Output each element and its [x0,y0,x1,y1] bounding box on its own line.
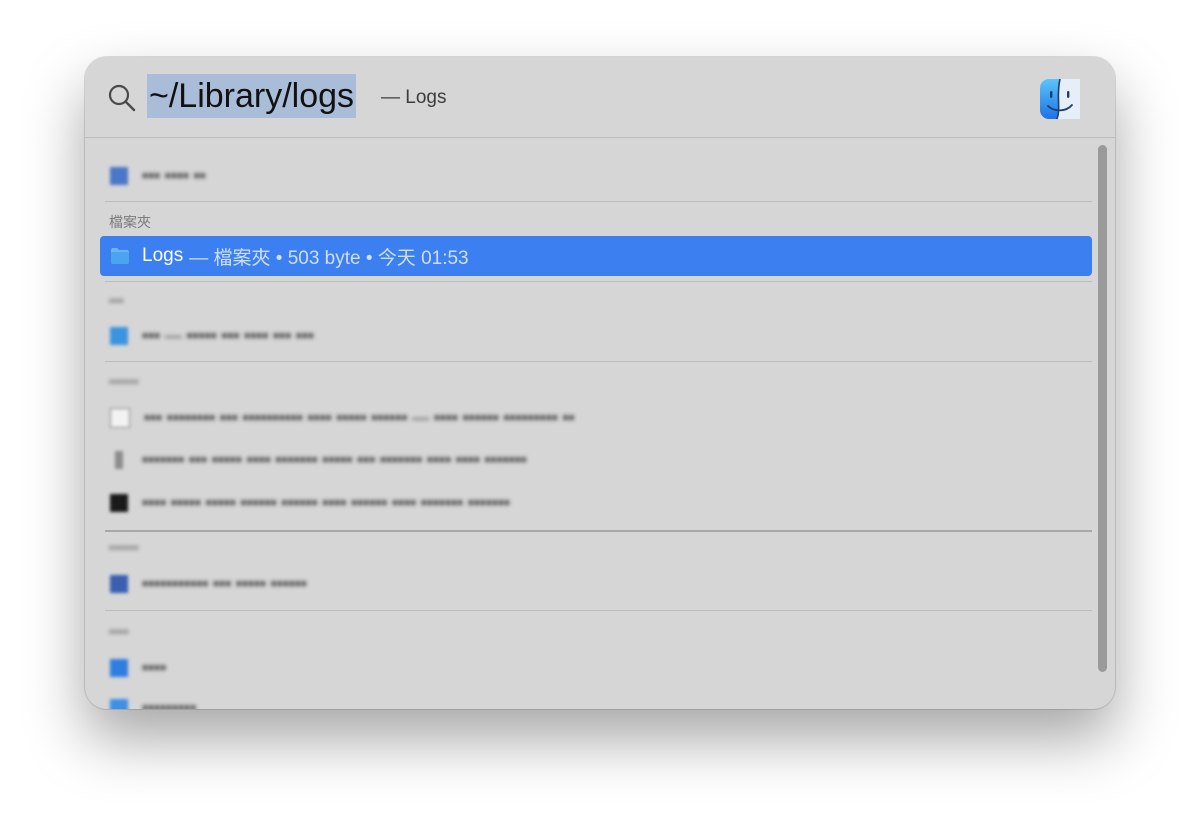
results-list[interactable]: ▪▪▪ ▪▪▪▪ ▪▪ 檔案夾 Logs — 檔案夾 • 503 byte • … [85,138,1115,709]
blurred-result-label: ▪▪▪▪▪▪▪ ▪▪▪ ▪▪▪▪▪ ▪▪▪▪ ▪▪▪▪▪▪▪ ▪▪▪▪▪ ▪▪▪… [142,450,527,469]
section-divider [105,281,1092,282]
list-item[interactable]: ▪▪▪▪ ▪▪▪▪▪ ▪▪▪▪▪ ▪▪▪▪▪▪ ▪▪▪▪▪▪ ▪▪▪▪ ▪▪▪▪… [100,483,1092,523]
search-input[interactable]: ~/Library/logs [147,74,357,118]
section-header-folders: 檔案夾 [109,214,151,230]
section-divider [105,361,1092,362]
section-divider [105,610,1092,611]
search-bar[interactable]: ~/Library/logs — Logs [85,57,1115,138]
list-item[interactable]: ▪▪▪ ▪▪▪▪ ▪▪ [100,156,1092,196]
blurred-result-label: ▪▪▪▪▪▪▪▪▪ [142,698,197,709]
search-icon [108,84,136,112]
list-item[interactable]: ▪▪▪ ▪▪▪▪▪▪▪▪ ▪▪▪ ▪▪▪▪▪▪▪▪▪▪ ▪▪▪▪ ▪▪▪▪▪ ▪… [100,398,1092,438]
folder-icon [111,248,129,264]
stage: ~/Library/logs — Logs ▪▪▪ ▪▪▪▪ ▪▪ 檔案夾 Lo… [0,0,1200,821]
list-item[interactable]: ▪▪▪▪▪▪▪▪▪▪▪ ▪▪▪ ▪▪▪▪▪ ▪▪▪▪▪▪ [100,564,1092,604]
section-header: ▪▪▪▪▪▪ [109,539,139,555]
section-header: ▪▪▪▪▪▪ [109,373,139,389]
section-header: ▪▪▪▪ [109,623,129,639]
section-header: ▪▪▪ [109,292,124,308]
spotlight-panel: ~/Library/logs — Logs ▪▪▪ ▪▪▪▪ ▪▪ 檔案夾 Lo… [85,57,1115,709]
blurred-result-label: ▪▪▪▪ ▪▪▪▪▪ ▪▪▪▪▪ ▪▪▪▪▪▪ ▪▪▪▪▪▪ ▪▪▪▪ ▪▪▪▪… [142,493,510,512]
blurred-result-label: ▪▪▪ ▪▪▪▪▪▪▪▪ ▪▪▪ ▪▪▪▪▪▪▪▪▪▪ ▪▪▪▪ ▪▪▪▪▪ ▪… [144,408,575,427]
document-icon [110,327,128,345]
section-divider [105,201,1092,202]
finder-icon[interactable] [1039,78,1081,120]
web-icon [110,408,130,428]
app-icon [110,699,128,709]
result-title: Logs [142,245,184,266]
blurred-result-label: ▪▪▪▪ [142,658,167,677]
result-logs-folder[interactable]: Logs — 檔案夾 • 503 byte • 今天 01:53 [100,236,1092,276]
app-icon [110,575,128,593]
section-divider [105,530,1092,532]
blurred-result-label: ▪▪▪ — ▪▪▪▪▪ ▪▪▪ ▪▪▪▪ ▪▪▪ ▪▪▪ [142,326,314,345]
blurred-result-label: ▪▪▪▪▪▪▪▪▪▪▪ ▪▪▪ ▪▪▪▪▪ ▪▪▪▪▪▪ [142,574,307,593]
app-icon [110,167,128,185]
web-icon [115,451,123,469]
list-item[interactable]: ▪▪▪▪▪▪▪▪▪ [100,688,1092,709]
blurred-result-label: ▪▪▪ ▪▪▪▪ ▪▪ [142,166,206,185]
list-item[interactable]: ▪▪▪▪▪▪▪ ▪▪▪ ▪▪▪▪▪ ▪▪▪▪ ▪▪▪▪▪▪▪ ▪▪▪▪▪ ▪▪▪… [100,440,1092,480]
search-completion-hint: — Logs [381,87,447,108]
app-icon [110,659,128,677]
web-icon [110,494,128,512]
scrollbar-thumb[interactable] [1098,145,1107,672]
list-item[interactable]: ▪▪▪ — ▪▪▪▪▪ ▪▪▪ ▪▪▪▪ ▪▪▪ ▪▪▪ [100,316,1092,356]
list-item[interactable]: ▪▪▪▪ [100,648,1092,688]
result-meta: — 檔案夾 • 503 byte • 今天 01:53 [189,247,469,269]
